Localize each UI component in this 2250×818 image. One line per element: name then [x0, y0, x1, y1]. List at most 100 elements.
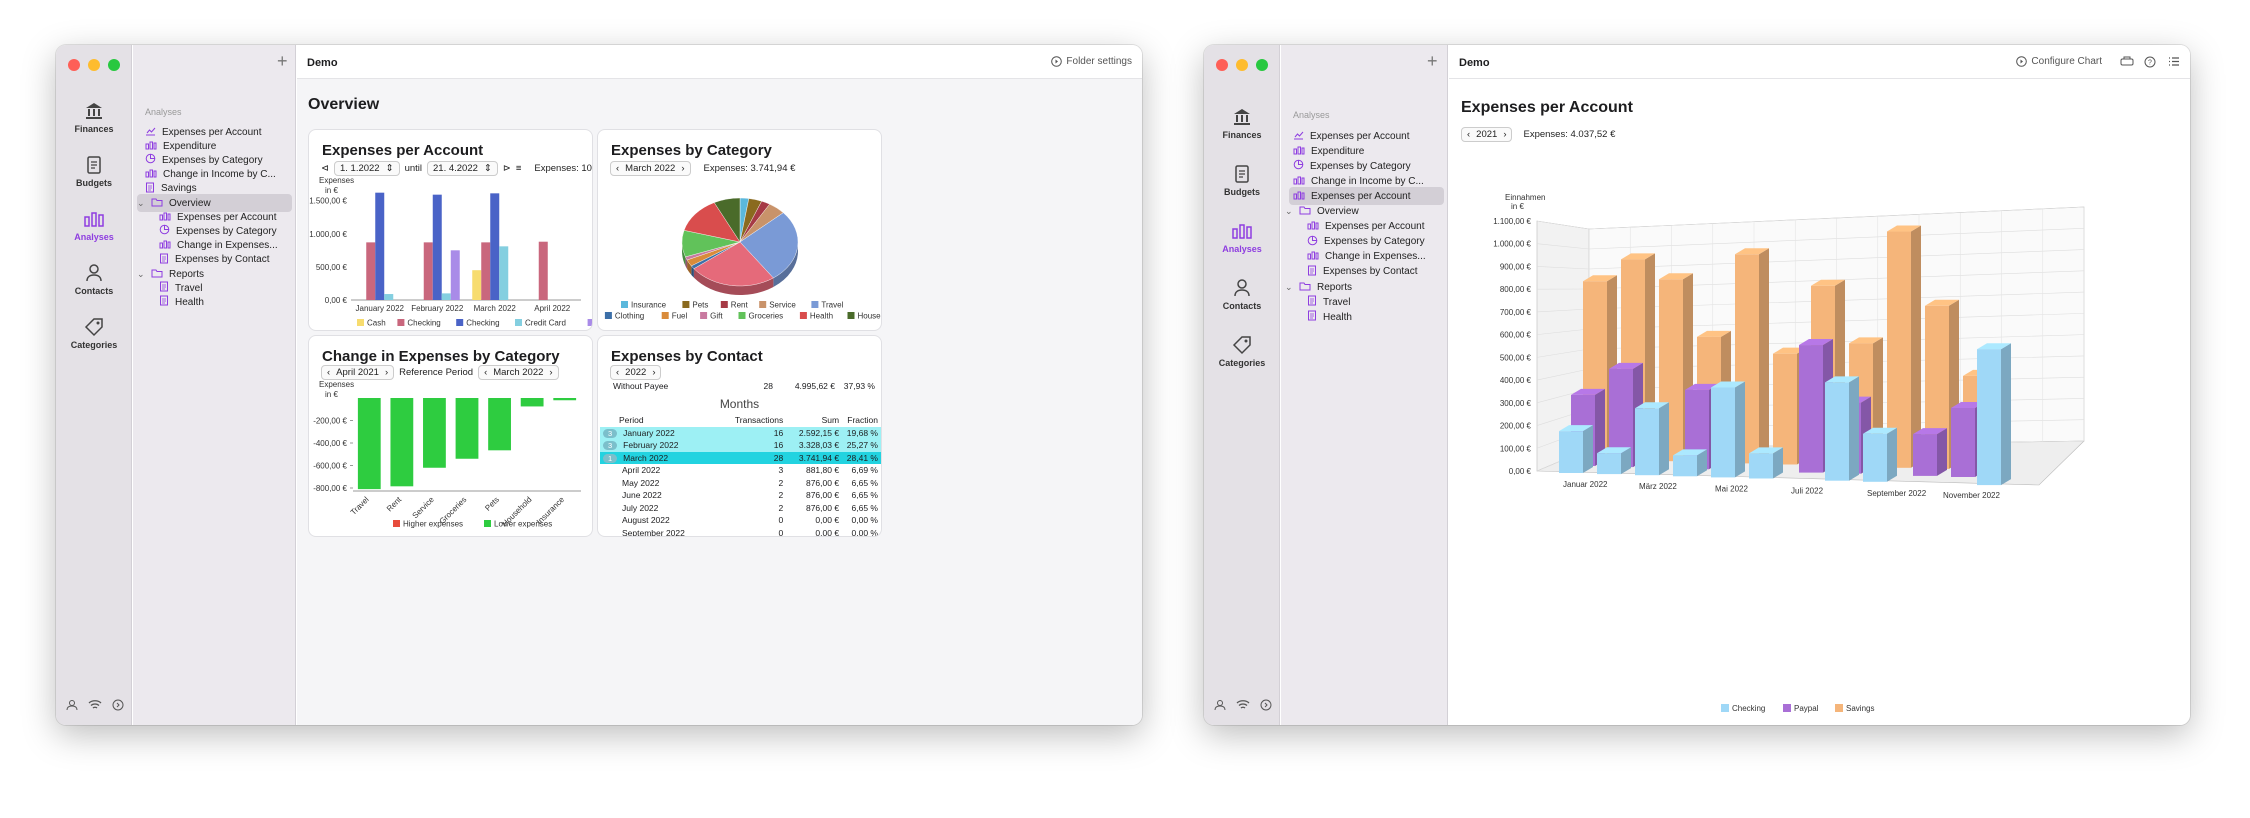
period-control[interactable]: ‹ March 2022 › Expenses: 3.741,94 €	[610, 161, 795, 176]
sidebar-item-12[interactable]: Health	[1303, 308, 1444, 326]
year-picker[interactable]: ‹ 2022 ›	[610, 365, 662, 380]
y-tick-label: -400,00 €	[313, 439, 347, 448]
wifi-icon[interactable]	[88, 699, 102, 711]
bar-front	[1913, 434, 1937, 476]
nav-contacts[interactable]: Contacts	[1204, 278, 1280, 311]
nav-contacts[interactable]: Contacts	[56, 263, 132, 296]
close-window-button[interactable]	[1216, 59, 1228, 71]
legend-swatch	[397, 319, 405, 326]
table-row[interactable]: 3 January 2022 16 2.592,15 €19,68 %	[600, 426, 881, 439]
table-row[interactable]: August 2022 0 0,00 €0,00 %	[600, 514, 881, 527]
y-tick-label: 700,00 €	[1500, 308, 1532, 317]
card-expenses-per-account[interactable]: Expenses per Account ⊲ 1. 1.2022 ⇕ until …	[308, 129, 593, 331]
sidebar-item-label: Health	[1323, 311, 1352, 323]
add-icon[interactable]: +	[277, 52, 288, 70]
bar	[1635, 402, 1669, 476]
play-circle-icon	[1051, 56, 1063, 67]
table-header: Period Transactions Sum Fraction	[619, 415, 878, 426]
table-row[interactable]: June 2022 2 876,00 €6,65 %	[600, 489, 881, 502]
bar-side	[1849, 376, 1859, 481]
card-change-in-expenses[interactable]: Change in Expenses by Category ‹ April 20…	[308, 335, 593, 537]
sidebar-item-label: Expenditure	[1311, 145, 1365, 157]
y-tick-label: -600,00 €	[313, 462, 347, 471]
list-icon[interactable]	[2168, 56, 2180, 67]
bar-front	[1749, 453, 1773, 479]
bar	[1673, 449, 1707, 477]
nav-categories[interactable]: Categories	[1204, 335, 1280, 368]
nav-analyses[interactable]: Analyses	[56, 209, 132, 242]
legend: CashCheckingCheckingCredit CardSavings	[357, 319, 592, 328]
close-window-button[interactable]	[68, 59, 80, 71]
bar-front	[1559, 431, 1583, 473]
sidebar-item-12[interactable]: Health	[155, 293, 292, 311]
zoom-window-button[interactable]	[108, 59, 120, 71]
disclosure-chevron-icon[interactable]: ⌄	[1285, 282, 1293, 293]
table-row[interactable]: July 2022 2 876,00 €6,65 %	[600, 502, 881, 515]
folder-settings-button[interactable]: Folder settings	[1051, 56, 1132, 67]
analyses-sidebar: + Analyses Expenses per Account Expenditu…	[133, 45, 296, 725]
report-icon	[1307, 265, 1317, 279]
wifi-icon[interactable]	[1236, 699, 1250, 711]
nav-budgets[interactable]: Budgets	[1204, 164, 1280, 197]
report-icon	[1307, 295, 1317, 309]
configure-chart-button[interactable]: Configure Chart	[2016, 56, 2102, 67]
table-row[interactable]: May 2022 2 876,00 €6,65 %	[600, 477, 881, 490]
sync-icon[interactable]	[112, 699, 124, 711]
forward-icon[interactable]: ⊳	[503, 163, 511, 174]
bar	[432, 194, 442, 300]
table-row[interactable]: September 2022 0 0,00 €0,00 %	[600, 527, 881, 536]
options-icon[interactable]: ≡	[516, 163, 522, 174]
bar-front	[1673, 455, 1697, 477]
add-icon[interactable]: +	[1427, 52, 1438, 70]
help-icon[interactable]: ?	[2144, 56, 2156, 68]
zoom-window-button[interactable]	[1256, 59, 1268, 71]
legend-label: Health	[810, 312, 833, 321]
year-picker[interactable]: ‹ 2021 ›	[1461, 127, 1513, 142]
card-expenses-by-contact[interactable]: Expenses by Contact ‹ 2022 › Without Payee…	[597, 335, 882, 537]
table-row[interactable]: 1 March 2022 28 3.741,94 €28,41 %	[600, 451, 881, 464]
month-picker[interactable]: ‹ March 2022 ›	[610, 161, 691, 176]
y-tick-label: 1.000,00 €	[309, 230, 347, 239]
account-icon[interactable]	[1214, 699, 1226, 711]
legend-swatch	[456, 319, 464, 326]
y-tick-label: 600,00 €	[1500, 331, 1532, 340]
sidebar-item-label: Expenses by Category	[176, 225, 277, 237]
minimize-window-button[interactable]	[1236, 59, 1248, 71]
x-tick-label: Pets	[483, 495, 501, 513]
sidebar-group-label: Analyses	[1293, 110, 1330, 120]
year-control[interactable]: ‹ 2021 › Expenses: 4.037,52 €	[1461, 127, 1615, 142]
legend-label: Rent	[731, 301, 749, 310]
nav-categories[interactable]: Categories	[56, 317, 132, 350]
nav-finances[interactable]: Finances	[56, 101, 132, 134]
back-icon[interactable]: ⊲	[321, 163, 329, 174]
disclosure-chevron-icon[interactable]: ⌄	[137, 198, 145, 209]
disclosure-chevron-icon[interactable]: ⌄	[137, 269, 145, 280]
bar	[375, 192, 385, 300]
disclosure-chevron-icon[interactable]: ⌄	[1285, 206, 1293, 217]
bar-chart-icon	[1293, 175, 1305, 188]
card-expenses-by-category[interactable]: Expenses by Category ‹ March 2022 › Expens…	[597, 129, 882, 331]
minimize-window-button[interactable]	[88, 59, 100, 71]
account-icon[interactable]	[66, 699, 78, 711]
year-control[interactable]: ‹ 2022 ›	[610, 365, 662, 380]
legend-swatch	[621, 301, 628, 308]
category-pie-chart: InsurancePetsRentServiceTravelCarClothin…	[604, 197, 881, 321]
nav-budgets[interactable]: Budgets	[56, 155, 132, 188]
window-expenses-per-account: Finances Budgets Analyses Contacts Categ…	[1204, 45, 2190, 725]
payee-row[interactable]: Without Payee 28 4.995,62 €37,93 %	[610, 380, 878, 393]
sidebar-item-label: Expenses per Account	[162, 126, 262, 138]
nav-analyses[interactable]: Analyses	[1204, 221, 1280, 254]
count-badge: 3	[603, 428, 618, 438]
y-tick-label: 1.100,00 €	[1493, 217, 1531, 226]
legend-label: Cash	[367, 319, 386, 328]
sync-icon[interactable]	[1260, 699, 1272, 711]
bar-side	[1887, 427, 1897, 482]
account-bar-chart: Expensesin € 0,00 € 500,00 € 1.000,00 € 1.50…	[309, 176, 592, 328]
table-row[interactable]: April 2022 3 881,80 €6,69 %	[600, 464, 881, 477]
nav-finances[interactable]: Finances	[1204, 107, 1280, 140]
x-tick-label: Mai 2022	[1715, 484, 1748, 493]
title-bar: Demo Configure Chart ?	[1449, 45, 2190, 79]
bar	[1597, 447, 1631, 475]
print-icon[interactable]	[2120, 56, 2134, 67]
table-row[interactable]: 3 February 2022 16 3.328,03 €25,27 %	[600, 439, 881, 452]
